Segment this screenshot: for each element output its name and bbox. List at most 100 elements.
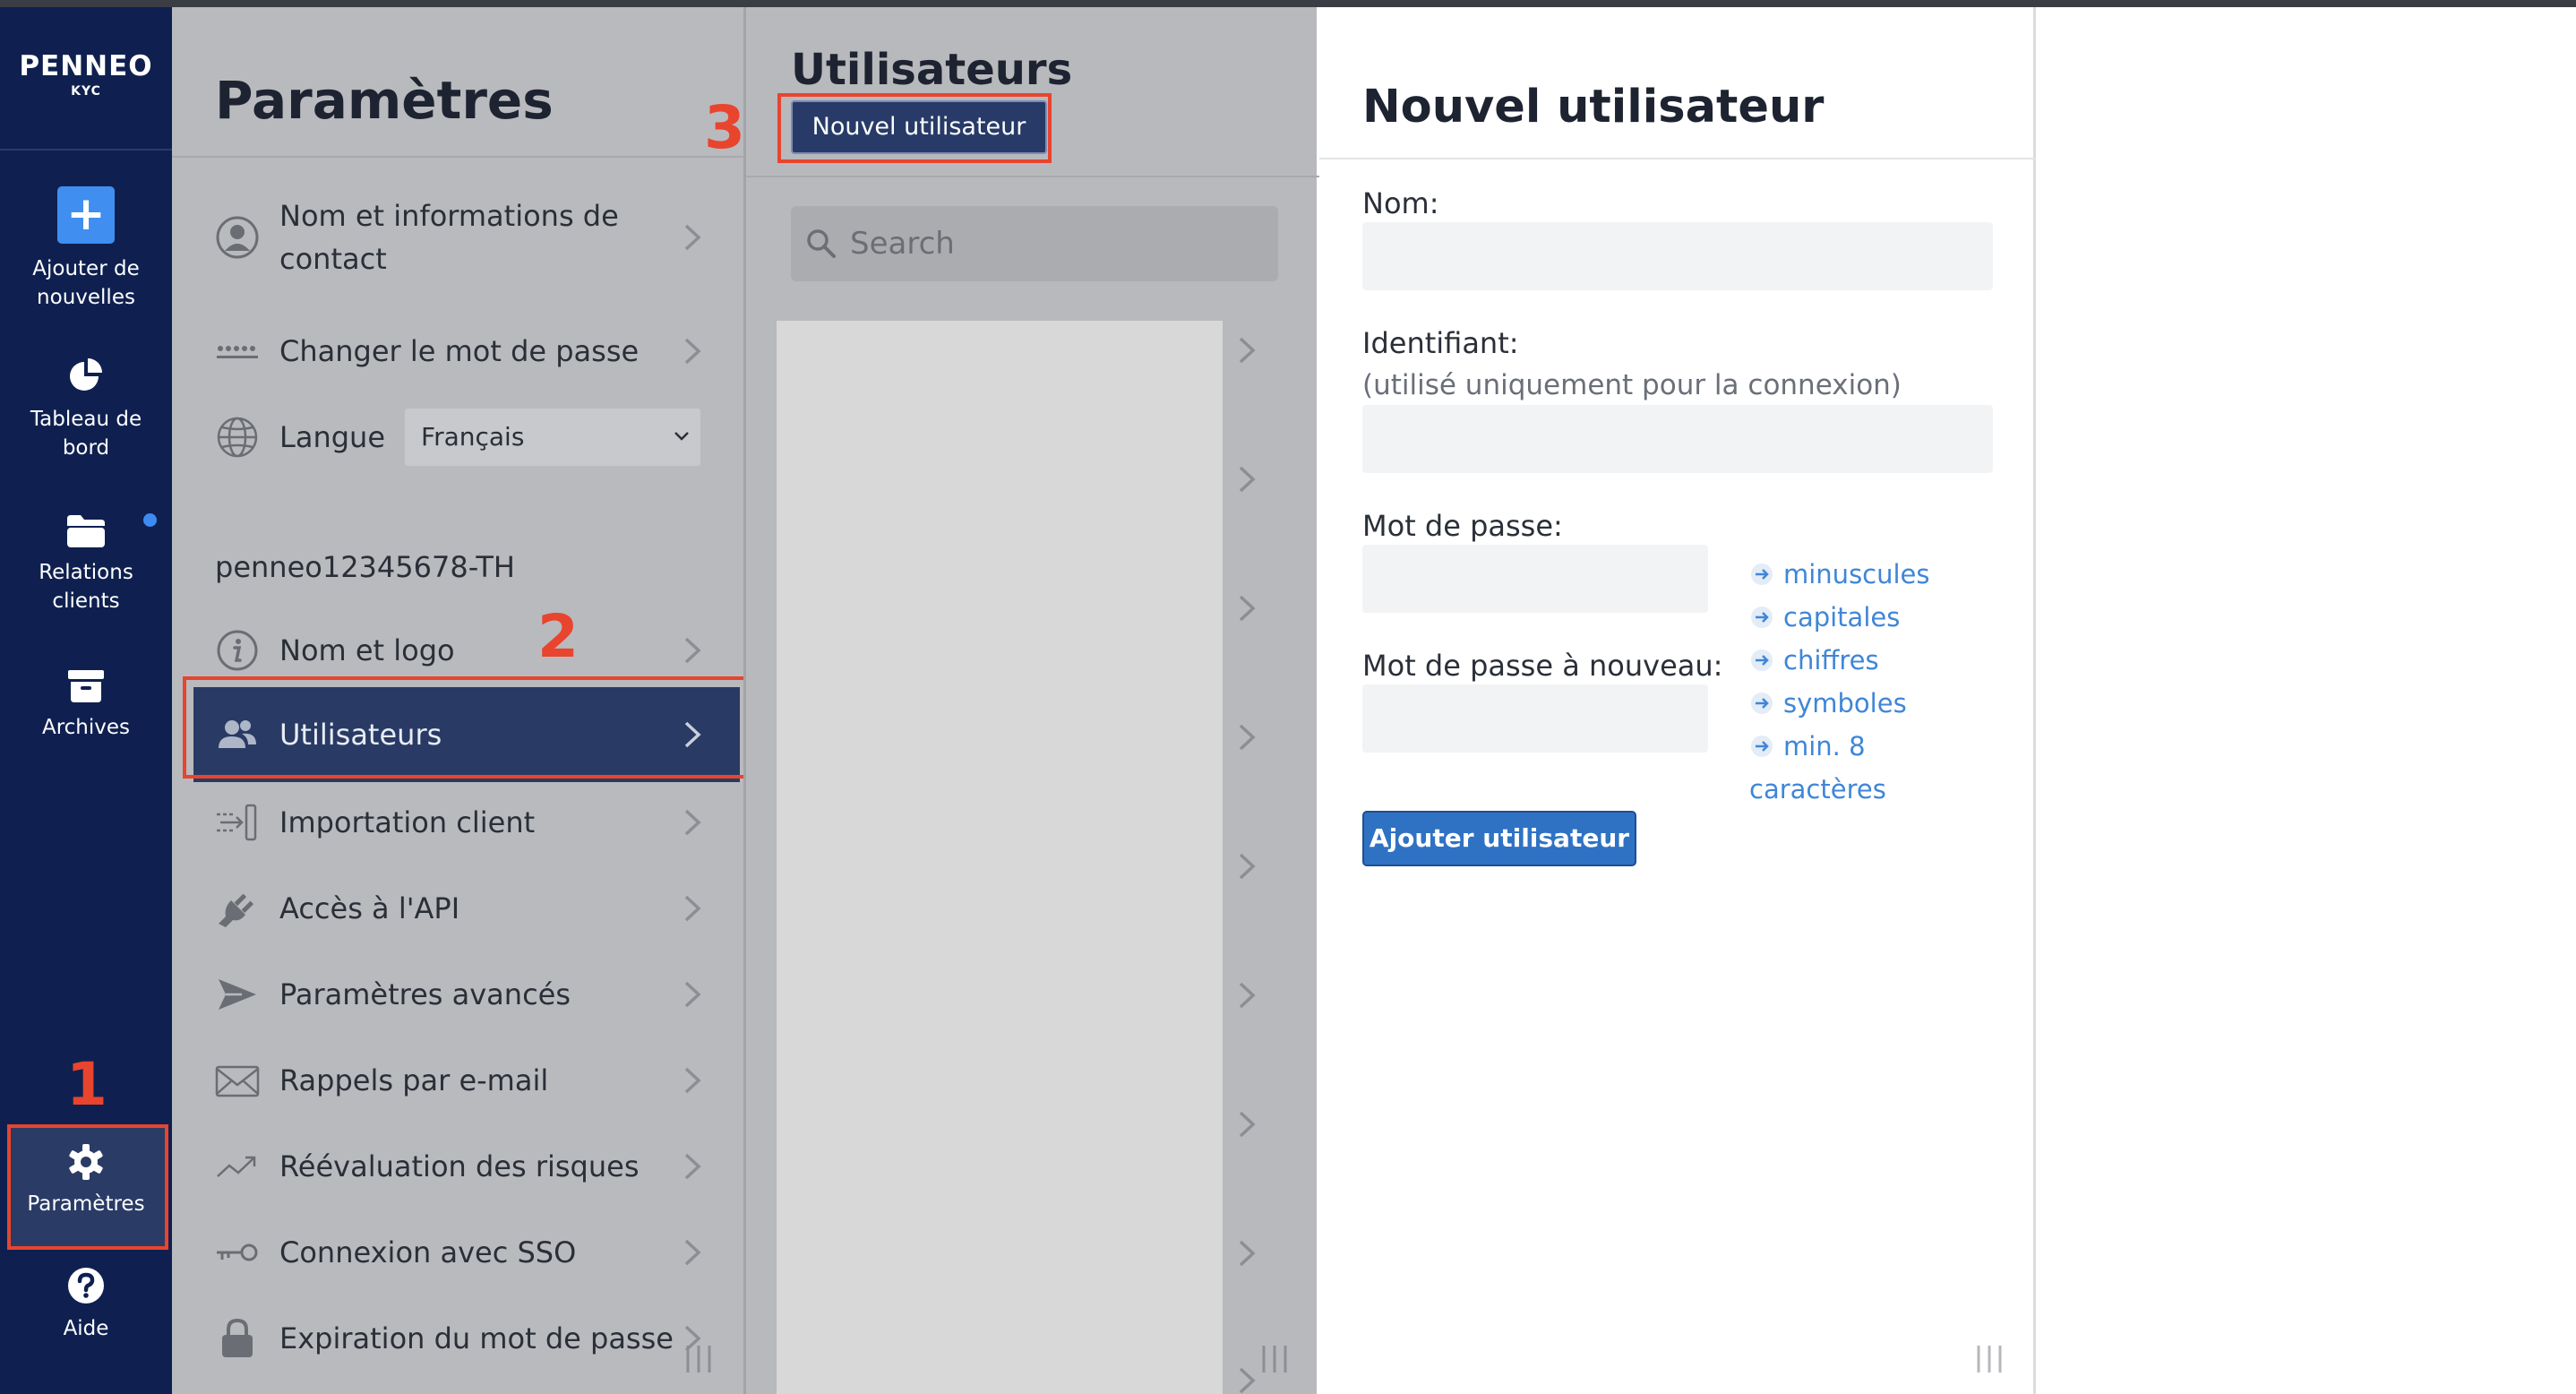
language-select[interactable]: Français — [405, 409, 700, 466]
password-repeat-label: Mot de passe à nouveau: — [1362, 649, 1723, 683]
password-rule-continuation: caractères — [1749, 774, 1886, 805]
step-3-annotation: 3 — [704, 93, 745, 162]
plug-icon — [219, 893, 254, 927]
trend-icon — [217, 1156, 256, 1177]
password-rule: chiffres — [1749, 645, 1879, 675]
step-1-annotation: 1 — [66, 1050, 107, 1119]
chevron-right-icon[interactable] — [1237, 1109, 1257, 1140]
chevron-right-icon — [684, 338, 701, 365]
logo-subtitle: KYC — [71, 84, 101, 99]
chevron-right-icon — [684, 637, 701, 664]
globe-icon — [217, 417, 258, 458]
chevron-right-icon[interactable] — [1237, 722, 1257, 753]
chevron-right-icon[interactable] — [1237, 980, 1257, 1011]
chevron-right-icon[interactable] — [1237, 1365, 1257, 1394]
settings-item-email-reminders[interactable]: Rappels par e-mail — [172, 1041, 743, 1120]
settings-item-client-import[interactable]: Importation client — [172, 783, 743, 862]
name-field[interactable] — [1362, 222, 1993, 290]
search-input[interactable] — [850, 206, 1262, 281]
info-icon — [217, 630, 258, 671]
users-panel: Utilisateurs Nouvel utilisateur — [743, 7, 1319, 1394]
settings-item-advanced[interactable]: Paramètres avancés — [172, 955, 743, 1034]
password-repeat-field[interactable] — [1362, 684, 1708, 753]
nav-archives[interactable]: Archives — [0, 668, 172, 742]
folder-icon — [67, 515, 105, 547]
settings-item-api-access[interactable]: Accès à l'API — [172, 869, 743, 948]
nav-dashboard[interactable]: Tableau de bord — [0, 357, 172, 462]
users-list — [777, 321, 1223, 1394]
settings-item-label: Nom et logo — [279, 633, 455, 667]
settings-item-password-expiry[interactable]: Expiration du mot de passe — [172, 1299, 743, 1378]
settings-item-label: Réévaluation des risques — [279, 1149, 640, 1183]
notification-dot — [143, 513, 157, 527]
user-circle-icon — [216, 216, 259, 259]
arrow-right-icon — [1751, 650, 1773, 671]
settings-item-label: Connexion avec SSO — [279, 1235, 577, 1269]
password-label: Mot de passe: — [1362, 509, 1563, 543]
archive-box-icon — [68, 670, 104, 702]
settings-header-divider — [172, 156, 743, 158]
password-rule-label: symboles — [1783, 688, 1907, 719]
logo-text: PENNEO — [19, 50, 153, 82]
settings-item-sso[interactable]: Connexion avec SSO — [172, 1213, 743, 1292]
nav-help-label: Aide — [63, 1317, 109, 1340]
nav-dashboard-label: Tableau de bord — [30, 408, 142, 460]
organization-name: penneo12345678-TH — [215, 550, 515, 584]
nav-add-new-label: Ajouter de nouvelles — [32, 257, 140, 309]
password-rule-label: minuscules — [1783, 559, 1930, 589]
envelope-icon — [215, 1065, 260, 1097]
help-icon — [68, 1268, 104, 1304]
identifier-field[interactable] — [1362, 405, 1993, 473]
nav-clients[interactable]: Relations clients — [0, 513, 172, 615]
identifier-hint: (utilisé uniquement pour la connexion) — [1362, 369, 1902, 401]
nav-clients-label: Relations clients — [39, 561, 133, 613]
chevron-right-icon — [684, 809, 701, 836]
key-icon — [217, 1243, 258, 1261]
chevron-right-icon[interactable] — [1237, 593, 1257, 624]
chevron-right-icon[interactable] — [1237, 464, 1257, 495]
resize-grip-icon[interactable] — [1258, 1346, 1291, 1372]
settings-item-label: Paramètres avancés — [279, 977, 571, 1011]
resize-grip-icon[interactable] — [683, 1346, 715, 1372]
settings-item-label: Changer le mot de passe — [279, 334, 640, 368]
settings-item-label: Expiration du mot de passe — [279, 1321, 674, 1355]
user-search — [791, 206, 1278, 281]
arrow-right-icon — [1751, 736, 1773, 757]
chevron-right-icon — [684, 224, 701, 251]
identifier-label: Identifiant: — [1362, 326, 1519, 360]
chevron-right-icon — [684, 1153, 701, 1180]
settings-item-label: Rappels par e-mail — [279, 1063, 549, 1097]
form-title: Nouvel utilisateur — [1362, 81, 1825, 133]
nav-help[interactable]: Aide — [0, 1266, 172, 1343]
nav-settings[interactable]: Paramètres — [0, 1143, 172, 1218]
settings-item-label: Nom et informations de contact — [279, 199, 619, 276]
name-label: Nom: — [1362, 186, 1439, 220]
settings-item-risk-reassessment[interactable]: Réévaluation des risques — [172, 1127, 743, 1206]
users-header-divider — [746, 176, 1319, 177]
password-field[interactable] — [1362, 545, 1708, 613]
users-title: Utilisateurs — [791, 45, 1073, 95]
lock-icon — [222, 1318, 253, 1357]
nav-add-new[interactable]: + Ajouter de nouvelles — [0, 186, 172, 312]
resize-grip-icon[interactable] — [1973, 1346, 2005, 1372]
brand-logo[interactable]: PENNEO KYC — [0, 50, 172, 99]
chevron-right-icon[interactable] — [1237, 335, 1257, 366]
language-label: Langue — [279, 420, 385, 454]
settings-item-contact-info[interactable]: Nom et informations de contact — [172, 188, 743, 287]
window-top-strip — [0, 0, 2576, 7]
gear-icon — [69, 1144, 103, 1180]
chevron-right-icon[interactable] — [1237, 851, 1257, 882]
settings-item-label: Accès à l'API — [279, 891, 460, 925]
step-2-annotation: 2 — [537, 602, 579, 671]
password-rule-label: capitales — [1783, 602, 1901, 632]
add-user-button[interactable]: Ajouter utilisateur — [1362, 811, 1636, 866]
search-icon — [807, 229, 836, 258]
settings-item-change-password[interactable]: Changer le mot de passe — [172, 312, 743, 391]
page-title: Paramètres — [215, 70, 554, 131]
chevron-right-icon[interactable] — [1237, 1238, 1257, 1269]
nav-divider — [0, 149, 172, 151]
chevron-down-icon — [674, 432, 689, 441]
password-rule-label: min. 8 — [1783, 731, 1866, 762]
main-navigation: PENNEO KYC + Ajouter de nouvelles Tablea… — [0, 7, 172, 1394]
password-rule: minuscules — [1749, 559, 1930, 589]
